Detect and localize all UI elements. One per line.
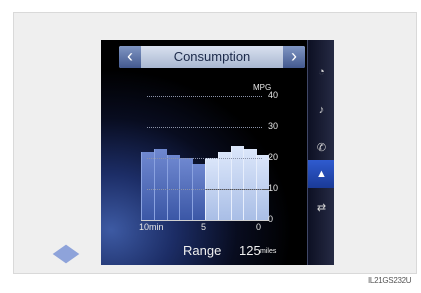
next-button[interactable]: ›: [283, 46, 305, 68]
music-icon[interactable]: ♪: [308, 96, 334, 124]
range-unit: miles: [260, 248, 277, 255]
y-tick-label: 10: [268, 183, 279, 193]
consumption-bar-past: [192, 164, 206, 220]
grid-line: [147, 96, 262, 97]
consumption-bar-past: [166, 154, 180, 220]
figure-code: IL21GS232U: [368, 276, 412, 285]
range-label: Range: [183, 243, 222, 258]
consumption-bar-past: [153, 148, 168, 220]
consumption-bar-past: [141, 151, 155, 220]
grid-line: [147, 158, 262, 159]
header-bar: ‹ Consumption ›: [119, 46, 305, 68]
screen-title: Consumption: [173, 49, 251, 64]
y-tick-label: 20: [268, 152, 279, 162]
grid-line: [147, 189, 262, 190]
x-tick-label: 0: [256, 222, 262, 232]
prev-button[interactable]: ‹: [119, 46, 141, 68]
y-tick-label: 30: [268, 121, 279, 131]
consumption-icon[interactable]: ▲: [308, 160, 334, 188]
y-tick-label: 40: [268, 90, 279, 100]
x-tick-label: 10min: [139, 222, 164, 232]
chart-baseline: [141, 220, 269, 221]
consumption-bar-recent: [243, 148, 257, 220]
grid-line: [147, 127, 262, 128]
consumption-bar-recent: [230, 145, 244, 220]
side-menu: ◔ ♪ ✆ ▲ ⇄: [307, 40, 334, 265]
y-tick-label: 0: [268, 214, 274, 224]
x-tick-label: 5: [201, 222, 207, 232]
phone-icon[interactable]: ✆: [308, 134, 334, 162]
route-icon[interactable]: ⇄: [308, 194, 334, 222]
display-screen: ‹ Consumption › MPG Range 125 miles ◔ ♪ …: [101, 40, 334, 265]
consumption-bar-recent: [217, 151, 232, 220]
gauge-icon[interactable]: ◔: [308, 58, 334, 86]
range-value: 125: [239, 243, 261, 258]
